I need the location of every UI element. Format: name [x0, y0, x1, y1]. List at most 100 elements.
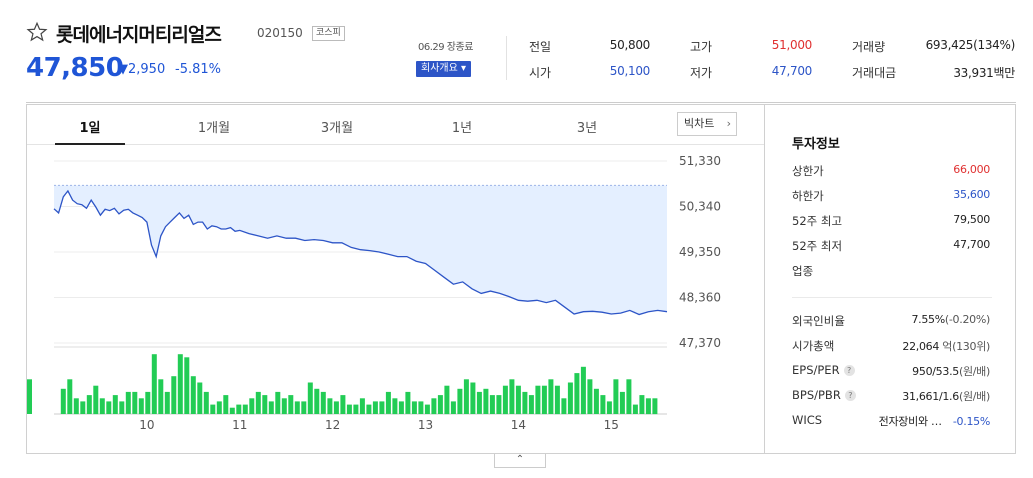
volume-bar: [444, 385, 450, 415]
chart-panel: 1일 1개월 3개월 1년 3년 빅차트 › 51,330 50,340 49,350…: [26, 104, 764, 454]
collapse-toggle[interactable]: ⌃: [494, 454, 546, 468]
volume-bar: [424, 404, 430, 414]
volume-bar: [606, 401, 612, 414]
market-cap: 22,064: [902, 340, 940, 353]
foreign-ratio-label: 외국인비율: [792, 314, 845, 328]
prev-close-label: 전일: [529, 40, 552, 54]
volume-bar: [437, 395, 443, 414]
low-value: 47,700: [771, 64, 813, 78]
volume-bar: [320, 391, 326, 414]
volume-bar: [587, 379, 593, 414]
volume-bar: [450, 401, 456, 414]
wics-change: -0.15%: [952, 415, 990, 428]
volume-bar: [411, 401, 417, 414]
y-tick-label: 51,330: [679, 154, 721, 168]
tab-3year[interactable]: 3년: [557, 117, 617, 136]
header-divider: [506, 36, 507, 80]
volume-bar: [515, 385, 521, 415]
volume-bar: [496, 395, 502, 414]
help-icon[interactable]: ?: [843, 365, 855, 376]
wics-value[interactable]: 전자장비와 … -0.15%: [879, 413, 991, 429]
volume-bar: [307, 382, 313, 414]
volume-value: 693,425(134%): [925, 38, 1016, 52]
info-row-value: 66,000: [953, 163, 990, 176]
volume-bar: [145, 391, 151, 414]
volume-bar: [132, 391, 138, 414]
header-bottom-line: [26, 102, 1016, 103]
star-icon[interactable]: [26, 21, 48, 43]
stock-header: 롯데에너지머티리얼즈 020150 코스피 47,850 ▼2,950 -5.8…: [0, 0, 1033, 100]
volume-bar: [210, 404, 216, 414]
help-icon[interactable]: ?: [844, 390, 856, 401]
bps-pbr-value: 31,661/1.6(원/배): [902, 388, 990, 404]
tab-3month[interactable]: 3개월: [307, 117, 367, 136]
eps-per: 950/53.5: [912, 365, 959, 378]
wics-sector[interactable]: 전자장비와 …: [879, 415, 942, 428]
volume-bar: [541, 385, 547, 415]
active-tab-underline: [55, 143, 125, 145]
intraday-chart[interactable]: 51,330 50,340 49,350 48,360 47,370 10 11 12 13 14…: [27, 146, 764, 454]
bps-pbr-unit: (원/배): [958, 390, 990, 403]
info-row-value: 79,500: [953, 213, 990, 226]
volume-bar: [281, 398, 287, 415]
volume-bar: [398, 401, 404, 414]
volume-bar: [639, 395, 645, 414]
volume-bar: [106, 401, 112, 414]
volume-bar: [27, 379, 32, 414]
tab-1month[interactable]: 1개월: [184, 117, 244, 136]
volume-bar: [184, 357, 190, 414]
x-tick-label: 10: [139, 418, 154, 432]
volume-bar: [470, 382, 476, 414]
company-overview-button[interactable]: 회사개요 ▾: [416, 61, 471, 77]
volume-bar: [119, 401, 125, 414]
volume-bar: [164, 391, 170, 414]
high-value: 51,000: [771, 38, 813, 52]
eps-per-value: 950/53.5(원/배): [912, 363, 990, 379]
volume-bar: [314, 388, 320, 414]
wics-label: WICS: [792, 413, 823, 427]
volume-bar: [67, 379, 73, 414]
bps-pbr-label: BPS/PBR?: [792, 388, 856, 402]
volume-label: 거래량: [852, 40, 886, 54]
volume-bar: [346, 404, 352, 414]
volume-bar: [249, 398, 255, 415]
x-tick-label: 13: [418, 418, 433, 432]
volume-bar: [457, 388, 463, 414]
info-row-value: 35,600: [953, 188, 990, 201]
info-row-value: 47,700: [953, 238, 990, 251]
volume-bar: [509, 379, 515, 414]
amount-label: 거래대금: [852, 66, 897, 80]
volume-bar: [567, 382, 573, 414]
volume-bar: [600, 395, 606, 414]
volume-bar: [379, 401, 385, 414]
volume-bar: [652, 398, 658, 415]
info-title: 투자정보: [792, 137, 840, 152]
price-change: ▼2,950: [118, 62, 166, 77]
volume-bar: [372, 401, 378, 414]
amount-unit: 백만: [993, 66, 1016, 80]
amount-number: 33,931: [953, 66, 994, 80]
volume-bar: [262, 395, 268, 414]
volume-bar: [418, 401, 424, 414]
volume-bar: [626, 379, 632, 414]
chevron-right-icon: ›: [726, 117, 731, 130]
tab-1year[interactable]: 1년: [432, 117, 492, 136]
volume-bar: [619, 391, 625, 414]
volume-bar: [359, 398, 365, 415]
volume-bar: [125, 391, 131, 414]
volume-bar: [112, 395, 118, 414]
foreign-ratio-value: 7.55%(-0.20%): [911, 313, 990, 326]
big-chart-label: 빅차트: [684, 117, 715, 130]
big-chart-button[interactable]: 빅차트 ›: [677, 112, 737, 136]
volume-bar: [171, 376, 177, 414]
y-tick-label: 48,360: [679, 291, 721, 305]
tab-1day[interactable]: 1일: [60, 117, 120, 136]
volume-bar: [158, 379, 164, 414]
y-tick-label: 49,350: [679, 245, 721, 259]
volume-bar: [151, 354, 157, 414]
stock-code: 020150: [257, 26, 303, 40]
volume-bar: [275, 391, 281, 414]
volume-bar: [294, 401, 300, 414]
volume-bar: [138, 398, 144, 415]
volume-bar: [242, 404, 248, 414]
